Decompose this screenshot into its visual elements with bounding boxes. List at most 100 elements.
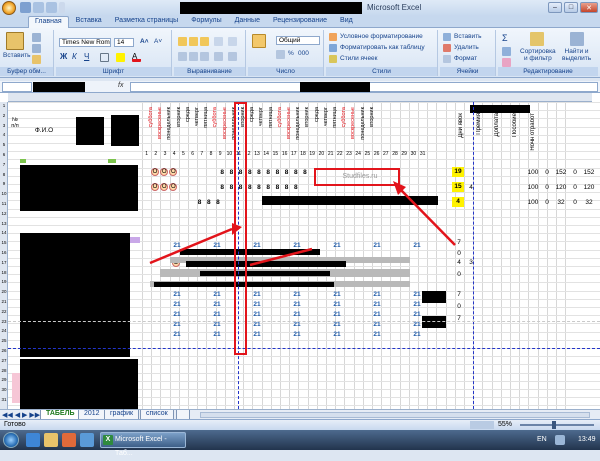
save-icon[interactable] — [20, 2, 31, 13]
horizontal-scrollbar[interactable] — [200, 412, 590, 418]
bold-icon[interactable]: Ж — [60, 52, 67, 61]
align-top-icon[interactable] — [178, 37, 187, 46]
shrink-font-icon[interactable]: A˅ — [154, 38, 162, 45]
explorer-icon[interactable] — [44, 433, 58, 447]
view-buttons[interactable] — [470, 421, 494, 429]
media-icon[interactable] — [62, 433, 76, 447]
excel-icon: X — [103, 435, 113, 445]
borders-icon[interactable] — [100, 53, 109, 62]
tab-review[interactable]: Рецензирование — [267, 16, 333, 28]
format-cells-button[interactable]: Формат — [454, 55, 477, 62]
clear-icon[interactable] — [502, 58, 511, 67]
format-painter-icon[interactable] — [32, 55, 41, 64]
indent-icon[interactable] — [214, 52, 223, 61]
conditional-format-button[interactable]: Условное форматирование — [340, 33, 423, 40]
conditional-icon[interactable] — [252, 34, 266, 48]
delete-icon — [443, 44, 451, 52]
cell-styles-button[interactable]: Стили ячеек — [340, 55, 378, 62]
delete-cells-button[interactable]: Удалить — [454, 44, 479, 51]
styles-group-label: Стили — [326, 67, 437, 76]
paste-button[interactable]: Вставить — [3, 52, 31, 59]
undo-icon[interactable] — [33, 2, 44, 13]
start-icon[interactable] — [3, 432, 19, 448]
tray-icon[interactable] — [555, 435, 565, 445]
minimize-icon[interactable]: – — [548, 2, 562, 13]
editing-group: Σ Сортировка и фильтр Найти и выделить Р… — [498, 30, 598, 76]
maximize-icon[interactable]: □ — [564, 2, 578, 13]
title-bar: Microsoft Excel – □ ✕ — [0, 0, 600, 16]
copy-icon[interactable] — [32, 44, 41, 53]
annotation-arrows — [149, 181, 456, 267]
worksheet[interactable]: 1 2 3 4 5 6 7 8 9 10 11 12 13 14 15 16 17 18 19 20 21 22 23 24 2… — [0, 93, 600, 409]
office-button[interactable] — [2, 1, 16, 15]
tab-formulas[interactable]: Формулы — [185, 16, 227, 28]
status-bar: Готово 55% — [0, 419, 600, 430]
italic-icon[interactable]: К — [72, 52, 77, 61]
insert-cells-button[interactable]: Вставить — [454, 33, 482, 40]
font-name-box[interactable]: Times New Rom — [59, 38, 111, 47]
sort-filter-icon — [530, 32, 544, 46]
zoom-thumb[interactable] — [552, 421, 556, 429]
fx-icon[interactable]: fx — [118, 82, 123, 89]
font-group: Times New Rom 14 A˄ A˅ Ж К Ч A Шрифт — [56, 30, 172, 76]
number-format-box[interactable]: Общий — [276, 36, 320, 45]
align-bottom-icon[interactable] — [200, 37, 209, 46]
tab-data[interactable]: Данные — [229, 16, 266, 28]
underline-icon[interactable]: Ч — [84, 52, 89, 61]
tab-home[interactable]: Главная — [28, 16, 69, 28]
insert-icon — [443, 33, 451, 41]
alignment-group-label: Выравнивание — [174, 67, 245, 76]
styles-group: Условное форматирование Форматировать ка… — [326, 30, 438, 76]
align-middle-icon[interactable] — [189, 37, 198, 46]
find-select-button[interactable]: Найти и выделить — [562, 48, 591, 62]
clipboard-group-label: Буфер обм... — [0, 67, 53, 76]
cells-group: Вставить Удалить Формат Ячейки — [440, 30, 496, 76]
font-color-icon[interactable]: A — [132, 53, 141, 62]
customize-qa-icon[interactable] — [59, 2, 65, 13]
clock: 13:49 — [578, 436, 596, 443]
fill-icon[interactable] — [502, 47, 511, 56]
sum-icon[interactable]: Σ — [502, 33, 508, 43]
app-icon[interactable] — [80, 433, 94, 447]
formula-bar: fx — [0, 81, 600, 93]
table-icon — [329, 44, 337, 52]
cut-icon[interactable] — [32, 33, 41, 42]
zoom-slider[interactable] — [520, 424, 594, 426]
taskbar-excel-button[interactable]: X Microsoft Excel - Таб... — [100, 432, 186, 457]
orientation-icon[interactable] — [214, 37, 223, 46]
align-center-icon[interactable] — [189, 52, 198, 61]
tab-nav-icons[interactable]: ◀◀ ◀ ▶ ▶▶ — [2, 411, 40, 419]
taskbar: X Microsoft Excel - Таб... EN 13:49 — [0, 430, 600, 457]
percent-icon[interactable]: % — [288, 50, 294, 57]
currency-icon[interactable] — [276, 50, 285, 59]
alignment-group: Выравнивание — [174, 30, 246, 76]
close-icon[interactable]: ✕ — [580, 2, 598, 13]
tab-view[interactable]: Вид — [334, 16, 359, 28]
grow-font-icon[interactable]: A˄ — [140, 38, 149, 45]
align-left-icon[interactable] — [178, 52, 187, 61]
window-controls: – □ ✕ — [548, 2, 598, 13]
ie-icon[interactable] — [26, 433, 40, 447]
paste-icon[interactable] — [6, 32, 24, 50]
redacted-filename — [180, 2, 362, 14]
find-select-icon — [570, 32, 584, 46]
sort-filter-button[interactable]: Сортировка и фильтр — [520, 48, 556, 62]
tab-page-layout[interactable]: Разметка страницы — [109, 16, 185, 28]
ribbon-tabs: Главная Вставка Разметка страницы Формул… — [0, 16, 600, 28]
fill-color-icon[interactable] — [116, 53, 125, 62]
comma-icon[interactable]: 000 — [298, 50, 309, 57]
align-right-icon[interactable] — [200, 52, 209, 61]
sheet-tabs: ◀◀ ◀ ▶ ▶▶ ТАБЕЛЬ 2012 график список — [0, 409, 600, 420]
editing-group-label: Редактирование — [498, 67, 598, 76]
status-ready: Готово — [4, 421, 26, 428]
language-indicator[interactable]: EN — [537, 436, 547, 443]
name-box[interactable] — [2, 82, 32, 92]
tab-insert[interactable]: Вставка — [70, 16, 108, 28]
wrap-text-icon[interactable] — [228, 37, 237, 46]
number-group-label: Число — [248, 67, 323, 76]
font-size-box[interactable]: 14 — [114, 38, 134, 47]
redo-icon[interactable] — [46, 2, 57, 13]
merge-center-icon[interactable] — [228, 52, 237, 61]
taskbar-excel-label: Microsoft Excel - Таб... — [115, 436, 167, 457]
format-as-table-button[interactable]: Форматировать как таблицу — [340, 44, 425, 51]
